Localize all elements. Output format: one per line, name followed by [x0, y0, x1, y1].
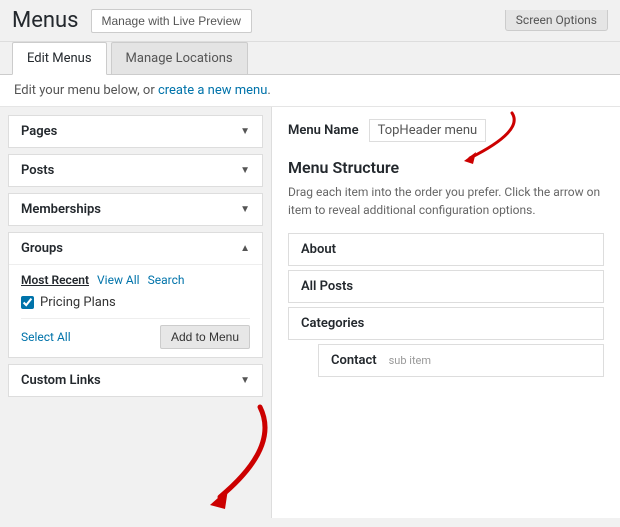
- accordion-groups-header[interactable]: Groups ▲: [9, 233, 262, 264]
- accordion-custom-links: Custom Links ▼: [8, 364, 263, 397]
- accordion-memberships-header[interactable]: Memberships ▼: [9, 194, 262, 225]
- menu-item-about-label: About: [301, 242, 336, 257]
- accordion-posts: Posts ▼: [8, 154, 263, 187]
- menu-name-row: Menu Name TopHeader menu: [288, 119, 604, 142]
- menu-item-contact-sub: sub item: [389, 354, 431, 367]
- menu-structure-desc: Drag each item into the order you prefer…: [288, 183, 604, 219]
- screen-options-button[interactable]: Screen Options: [505, 10, 608, 31]
- chevron-down-icon: ▼: [240, 165, 250, 176]
- pricing-plans-checkbox[interactable]: [21, 296, 34, 309]
- menu-name-label: Menu Name: [288, 123, 359, 138]
- tab-view-all[interactable]: View All: [97, 273, 140, 287]
- tabs-row: Edit Menus Manage Locations: [0, 42, 620, 75]
- tab-most-recent[interactable]: Most Recent: [21, 273, 89, 287]
- notice-suffix: .: [267, 83, 270, 98]
- menu-structure-title: Menu Structure: [288, 158, 604, 177]
- groups-tab-links: Most Recent View All Search: [21, 273, 250, 287]
- page-title: Menus: [12, 8, 79, 33]
- chevron-down-icon: ▼: [240, 375, 250, 386]
- top-bar: Menus Manage with Live Preview Screen Op…: [0, 0, 620, 42]
- select-all-link[interactable]: Select All: [21, 330, 71, 344]
- tab-edit-menus[interactable]: Edit Menus: [12, 42, 107, 75]
- accordion-posts-label: Posts: [21, 163, 54, 178]
- accordion-memberships: Memberships ▼: [8, 193, 263, 226]
- chevron-down-icon: ▼: [240, 204, 250, 215]
- accordion-pages: Pages ▼: [8, 115, 263, 148]
- groups-footer: Select All Add to Menu: [21, 318, 250, 349]
- panel-container: Pages ▼ Posts ▼ Memberships ▼ Groups ▲: [0, 107, 620, 518]
- right-panel: Menu Name TopHeader menu Menu Structure …: [272, 107, 620, 518]
- tab-manage-locations[interactable]: Manage Locations: [111, 42, 248, 74]
- menu-item-all-posts[interactable]: All Posts: [288, 270, 604, 303]
- left-panel: Pages ▼ Posts ▼ Memberships ▼ Groups ▲: [0, 107, 272, 518]
- accordion-memberships-label: Memberships: [21, 202, 101, 217]
- pricing-plans-label: Pricing Plans: [40, 295, 116, 310]
- accordion-pages-label: Pages: [21, 124, 57, 139]
- create-new-menu-link[interactable]: create a new menu: [158, 83, 267, 98]
- menu-name-value: TopHeader menu: [369, 119, 487, 142]
- menu-item-contact-label: Contact: [331, 353, 377, 368]
- menu-item-categories-label: Categories: [301, 316, 364, 331]
- accordion-groups-label: Groups: [21, 241, 63, 256]
- tab-search[interactable]: Search: [148, 273, 185, 287]
- menu-item-all-posts-label: All Posts: [301, 279, 353, 294]
- live-preview-button[interactable]: Manage with Live Preview: [91, 9, 252, 33]
- add-to-menu-button[interactable]: Add to Menu: [160, 325, 250, 349]
- accordion-groups-body: Most Recent View All Search Pricing Plan…: [9, 264, 262, 357]
- pricing-plans-row: Pricing Plans: [21, 295, 250, 310]
- menu-item-about[interactable]: About: [288, 233, 604, 266]
- notice-bar: Edit your menu below, or create a new me…: [0, 75, 620, 107]
- chevron-down-icon: ▼: [240, 126, 250, 137]
- menu-item-contact[interactable]: Contact sub item: [318, 344, 604, 377]
- accordion-groups: Groups ▲ Most Recent View All Search Pri…: [8, 232, 263, 358]
- accordion-custom-links-header[interactable]: Custom Links ▼: [9, 365, 262, 396]
- menu-item-categories[interactable]: Categories: [288, 307, 604, 340]
- chevron-up-icon: ▲: [240, 243, 250, 254]
- accordion-posts-header[interactable]: Posts ▼: [9, 155, 262, 186]
- accordion-custom-links-label: Custom Links: [21, 373, 101, 388]
- notice-text: Edit your menu below, or: [14, 83, 158, 98]
- accordion-pages-header[interactable]: Pages ▼: [9, 116, 262, 147]
